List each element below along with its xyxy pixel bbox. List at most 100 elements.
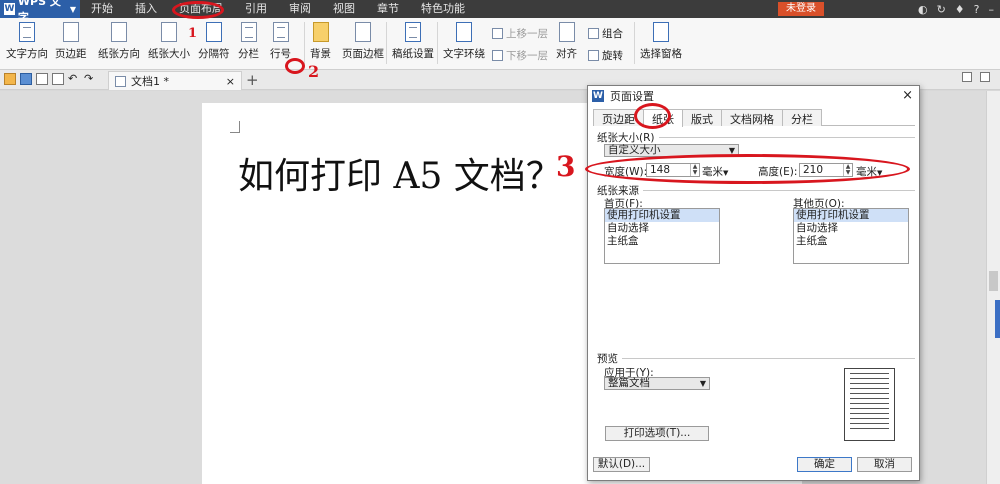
close-icon[interactable]: × [902,88,913,103]
selection-pane-button[interactable]: 选择窗格 [640,22,682,61]
document-icon [115,75,126,87]
page-border-label: 页面边框 [342,48,384,60]
rotate-label: 旋转 [602,50,623,62]
margins-icon [62,22,79,42]
print-icon[interactable] [36,73,48,85]
page-border-button[interactable]: 页面边框 [342,22,384,61]
right-tools [962,72,990,82]
ok-button[interactable]: 确定 [797,457,852,472]
wps-logo-icon: W [4,3,15,15]
dialog-title-bar: W 页面设置 [588,86,919,106]
columns-icon [240,22,257,42]
paper-size-button[interactable]: 纸张大小 [148,22,190,61]
bring-forward-icon [492,28,503,39]
line-numbers-icon [272,22,289,42]
ribbon-divider [304,22,305,64]
refresh-icon[interactable]: ↻ [937,3,946,16]
ribbon-divider [437,22,438,64]
orientation-button[interactable]: 纸张方向 [98,22,140,61]
annotation-step-3: 3 [556,150,576,183]
tab-document-grid[interactable]: 文档网格 [721,109,783,126]
group-button[interactable]: 组合 [588,26,623,41]
menu-home[interactable]: 开始 [80,0,124,18]
background-button[interactable]: 背景 [310,22,331,61]
menu-review[interactable]: 审阅 [278,0,322,18]
annotation-step-1: 1 [188,26,198,41]
margins-button[interactable]: 页边距 [55,22,87,61]
menu-section[interactable]: 章节 [366,0,410,18]
side-panel-handle[interactable] [995,300,1000,338]
add-tab-button[interactable]: + [246,71,259,89]
background-label: 背景 [310,48,331,60]
list-item[interactable]: 自动选择 [605,222,719,235]
bring-forward-label: 上移一层 [506,28,548,40]
menu-insert[interactable]: 插入 [124,0,168,18]
app-menu-button[interactable]: W WPS 文字 ▼ [0,0,80,24]
text-wrap-button[interactable]: 文字环绕 [443,22,485,61]
bring-forward-button[interactable]: 上移一层 [492,26,548,41]
margin-corner-mark [230,121,240,133]
tab-document[interactable]: 文档1 * × [108,71,242,90]
scrollbar-thumb[interactable] [989,271,998,291]
apply-to-select[interactable]: 整篇文档 ▼ [604,377,710,390]
menu-view[interactable]: 视图 [322,0,366,18]
preview-group: 预览 [597,351,915,366]
ribbon-divider [634,22,635,64]
align-icon [558,22,575,42]
list-item[interactable]: 使用打印机设置 [794,209,908,222]
document-text[interactable]: 如何打印 A5 文档？ [238,147,562,199]
text-direction-button[interactable]: 文字方向 [6,22,48,61]
vertical-scrollbar[interactable] [986,91,1000,484]
shirt-icon[interactable]: ♦ [955,3,965,16]
separator-button[interactable]: 分隔符 [198,22,230,61]
tab-layout[interactable]: 版式 [682,109,722,126]
open-icon[interactable] [4,73,16,85]
restore-icon[interactable] [962,72,972,82]
other-pages-source-list[interactable]: 使用打印机设置 自动选择 主纸盒 [793,208,909,264]
print-options-button[interactable]: 打印选项(T)... [605,426,709,441]
first-page-source-list[interactable]: 使用打印机设置 自动选择 主纸盒 [604,208,720,264]
manuscript-button[interactable]: 稿纸设置 [392,22,434,61]
ribbon: 文字方向 页边距 纸张方向 纸张大小 分隔符 分栏 行号 背景 页面边框 稿纸设… [0,18,1000,70]
help-icon[interactable]: ? [974,3,980,16]
document-tab-title: 文档1 * [131,75,169,88]
separator-icon [205,22,222,42]
title-bar: W WPS 文字 ▼ 开始 插入 页面布局 引用 审阅 视图 章节 特色功能 未… [0,0,1000,24]
page-setup-dialog: W 页面设置 × 页边距 纸张 版式 文档网格 分栏 纸张大小(R) 自定义大小… [587,85,920,481]
send-backward-button[interactable]: 下移一层 [492,48,548,63]
annotation-step-2: 2 [308,62,320,81]
align-button[interactable]: 对齐 [556,22,577,61]
manuscript-icon [405,22,421,42]
paper-size-label: 纸张大小 [148,48,190,60]
paper-size-group-label: 纸张大小(R) [597,132,655,144]
list-item[interactable]: 主纸盒 [605,235,719,248]
rotate-button[interactable]: 旋转 [588,48,623,63]
line-numbers-button[interactable]: 行号 [270,22,291,61]
close-tab-icon[interactable]: × [226,75,235,88]
save-icon[interactable] [20,73,32,85]
group-label: 组合 [602,28,623,40]
minimize-icon[interactable]: – [989,3,995,16]
annotation-ring-size-fields [585,154,910,184]
cancel-button[interactable]: 取消 [857,457,912,472]
menu-references[interactable]: 引用 [234,0,278,18]
paper-size-group: 纸张大小(R) [597,130,915,145]
undo-icon[interactable]: ↶ [68,72,80,85]
annotation-ring-paper-tab [634,103,671,129]
list-item[interactable]: 主纸盒 [794,235,908,248]
skin-icon[interactable]: ◐ [918,3,928,16]
login-button[interactable]: 未登录 [778,2,824,16]
default-button[interactable]: 默认(D)... [593,457,650,472]
paper-size-value: 自定义大小 [608,144,661,156]
print-preview-icon[interactable] [52,73,64,85]
page-preview [844,368,895,441]
send-backward-icon [492,50,503,61]
window-icon[interactable] [980,72,990,82]
menu-special-features[interactable]: 特色功能 [410,0,476,18]
columns-button[interactable]: 分栏 [238,22,259,61]
list-item[interactable]: 使用打印机设置 [605,209,719,222]
tab-columns[interactable]: 分栏 [782,109,822,126]
redo-icon[interactable]: ↷ [84,72,96,85]
list-item[interactable]: 自动选择 [794,222,908,235]
orientation-label: 纸张方向 [98,48,140,60]
